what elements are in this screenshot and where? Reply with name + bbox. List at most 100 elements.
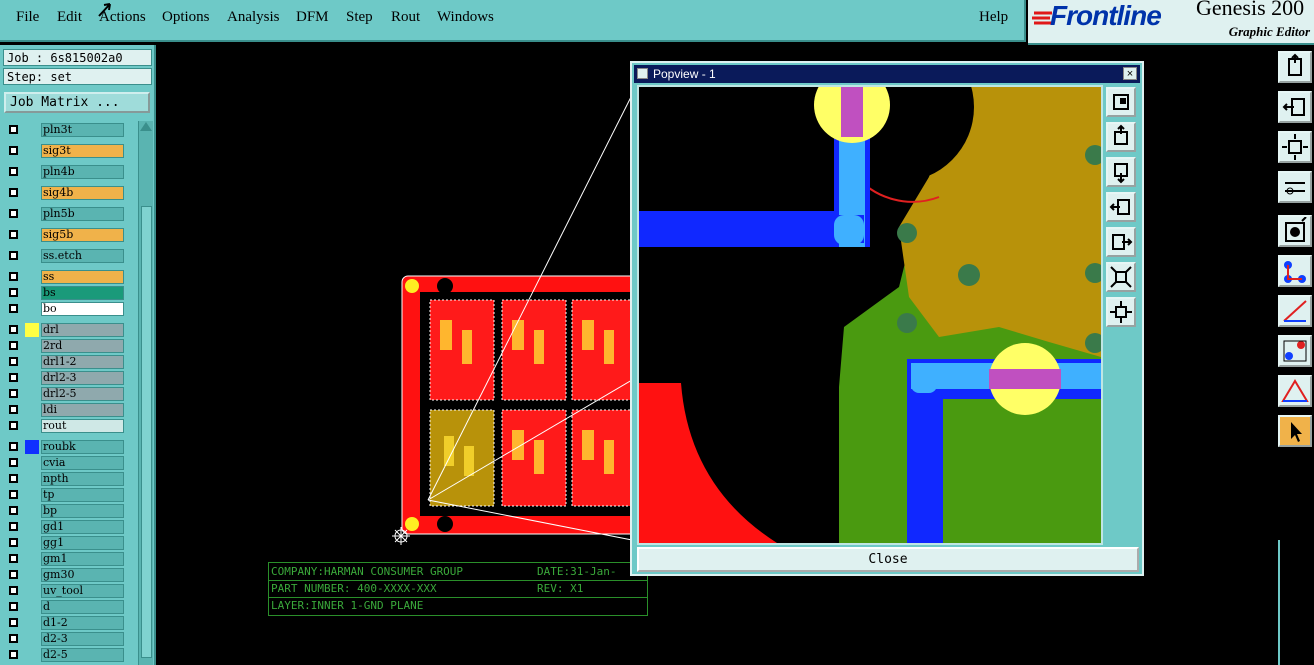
layer-color-swatch[interactable] (25, 286, 39, 300)
popview-fit-icon[interactable] (1106, 297, 1136, 327)
layer-row-rout[interactable]: rout (5, 419, 135, 434)
layer-checkbox[interactable] (9, 209, 18, 218)
layer-checkbox[interactable] (9, 442, 18, 451)
layer-name[interactable]: d2-3 (41, 632, 124, 646)
layer-name[interactable]: sig4b (41, 186, 124, 200)
layer-name[interactable]: bs (41, 286, 124, 300)
layer-color-swatch[interactable] (25, 648, 39, 662)
layer-checkbox[interactable] (9, 586, 18, 595)
layer-row-pln3t[interactable]: pln3t (5, 123, 135, 138)
layer-color-swatch[interactable] (25, 249, 39, 263)
layer-checkbox[interactable] (9, 538, 18, 547)
layer-row-sig3t[interactable]: sig3t (5, 144, 135, 159)
layer-name[interactable]: d1-2 (41, 616, 124, 630)
popview-canvas[interactable] (637, 85, 1103, 545)
layer-checkbox[interactable] (9, 570, 18, 579)
layer-color-swatch[interactable] (25, 207, 39, 221)
layer-checkbox[interactable] (9, 506, 18, 515)
layer-color-swatch[interactable] (25, 632, 39, 646)
layer-row-uv_tool[interactable]: uv_tool (5, 584, 135, 599)
menu-windows[interactable]: Windows (437, 9, 494, 26)
layer-name[interactable]: sig3t (41, 144, 124, 158)
layer-row-cvia[interactable]: cvia (5, 456, 135, 471)
layer-row-2rd[interactable]: 2rd (5, 339, 135, 354)
pan-left-icon[interactable] (1278, 91, 1312, 123)
job-matrix-button[interactable]: Job Matrix ... (4, 92, 150, 113)
layer-checkbox[interactable] (9, 458, 18, 467)
layer-color-swatch[interactable] (25, 504, 39, 518)
layer-name[interactable]: bp (41, 504, 124, 518)
layer-name[interactable]: gd1 (41, 520, 124, 534)
layer-color-swatch[interactable] (25, 371, 39, 385)
layer-row-drl2-3[interactable]: drl2-3 (5, 371, 135, 386)
pointer-tool-icon[interactable] (1278, 415, 1312, 447)
layer-checkbox[interactable] (9, 341, 18, 350)
layer-name[interactable]: drl (41, 323, 124, 337)
layer-color-swatch[interactable] (25, 600, 39, 614)
layer-name[interactable]: bo (41, 302, 124, 316)
layer-name[interactable]: ldi (41, 403, 124, 417)
layer-row-drl[interactable]: drl (5, 323, 135, 338)
layer-color-swatch[interactable] (25, 339, 39, 353)
layer-row-bp[interactable]: bp (5, 504, 135, 519)
layer-color-swatch[interactable] (25, 228, 39, 242)
layer-color-swatch[interactable] (25, 440, 39, 454)
layer-name[interactable]: pln4b (41, 165, 124, 179)
layer-checkbox[interactable] (9, 490, 18, 499)
layer-row-d2-5[interactable]: d2-5 (5, 648, 135, 663)
layer-color-swatch[interactable] (25, 270, 39, 284)
layer-name[interactable]: roubk (41, 440, 124, 454)
layer-color-swatch[interactable] (25, 520, 39, 534)
layer-checkbox[interactable] (9, 357, 18, 366)
layer-color-swatch[interactable] (25, 387, 39, 401)
layer-row-d1-2[interactable]: d1-2 (5, 616, 135, 631)
layer-color-swatch[interactable] (25, 302, 39, 316)
popview-close-button[interactable]: Close (637, 547, 1139, 572)
layer-checkbox[interactable] (9, 602, 18, 611)
layer-row-d[interactable]: d (5, 600, 135, 615)
layer-checkbox[interactable] (9, 125, 18, 134)
layer-color-swatch[interactable] (25, 186, 39, 200)
layer-name[interactable]: ss (41, 270, 124, 284)
layer-name[interactable]: gm30 (41, 568, 124, 582)
layer-name[interactable]: npth (41, 472, 124, 486)
layer-checkbox[interactable] (9, 288, 18, 297)
menu-help[interactable]: Help (979, 9, 1008, 26)
layer-color-swatch[interactable] (25, 165, 39, 179)
layer-checkbox[interactable] (9, 325, 18, 334)
layer-scrollbar[interactable] (138, 121, 153, 665)
layer-row-gm30[interactable]: gm30 (5, 568, 135, 583)
layer-row-gg1[interactable]: gg1 (5, 536, 135, 551)
layer-name[interactable]: gg1 (41, 536, 124, 550)
layer-color-swatch[interactable] (25, 456, 39, 470)
warning-tool-icon[interactable] (1278, 375, 1312, 407)
scroll-up-arrow-icon[interactable] (140, 122, 152, 131)
layer-name[interactable]: ss.etch (41, 249, 124, 263)
layer-color-swatch[interactable] (25, 472, 39, 486)
drc-check-icon[interactable] (1278, 335, 1312, 367)
layer-color-swatch[interactable] (25, 536, 39, 550)
layer-checkbox[interactable] (9, 421, 18, 430)
layer-color-swatch[interactable] (25, 552, 39, 566)
layer-color-swatch[interactable] (25, 419, 39, 433)
popview-pan-left-icon[interactable] (1106, 192, 1136, 222)
layer-row-ldi[interactable]: ldi (5, 403, 135, 418)
layer-color-swatch[interactable] (25, 616, 39, 630)
layer-name[interactable]: drl2-3 (41, 371, 124, 385)
layer-row-drl2-5[interactable]: drl2-5 (5, 387, 135, 402)
layer-color-swatch[interactable] (25, 488, 39, 502)
scroll-thumb[interactable] (141, 206, 152, 658)
layer-checkbox[interactable] (9, 272, 18, 281)
layer-checkbox[interactable] (9, 188, 18, 197)
layer-row-sig5b[interactable]: sig5b (5, 228, 135, 243)
menu-options[interactable]: Options (162, 9, 210, 26)
menu-step[interactable]: Step (346, 9, 373, 26)
layer-color-swatch[interactable] (25, 355, 39, 369)
layer-checkbox[interactable] (9, 373, 18, 382)
menu-edit[interactable]: Edit (57, 9, 82, 26)
layer-checkbox[interactable] (9, 405, 18, 414)
layer-row-pln5b[interactable]: pln5b (5, 207, 135, 222)
layer-row-bo[interactable]: bo (5, 302, 135, 317)
layer-name[interactable]: pln3t (41, 123, 124, 137)
menu-file[interactable]: File (16, 9, 39, 26)
